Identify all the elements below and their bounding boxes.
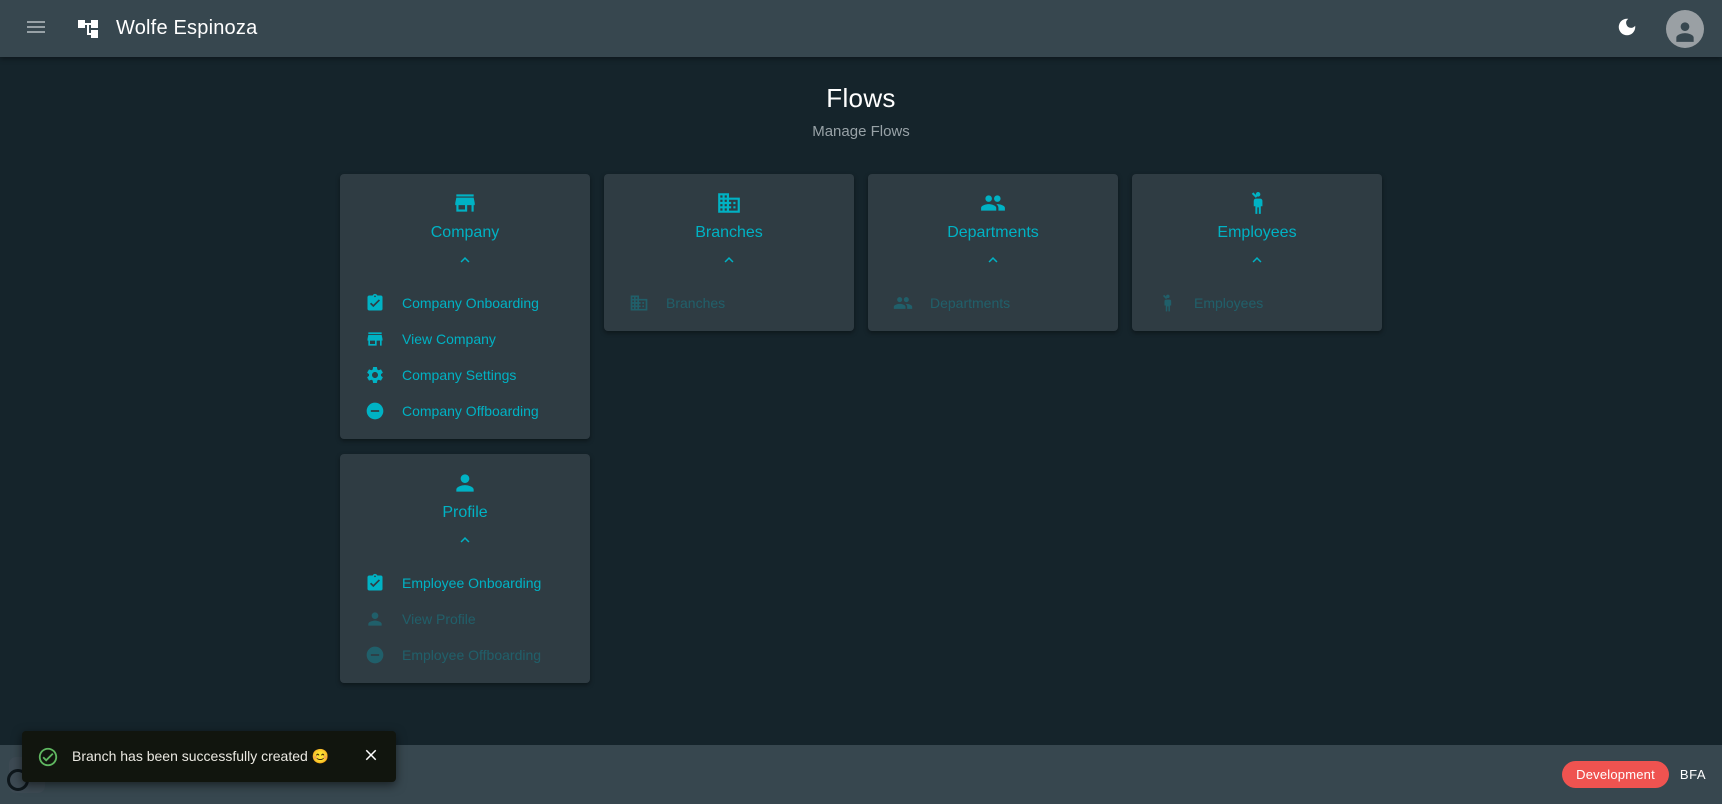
flow-card-branches: Branches Branches <box>604 174 854 331</box>
building-icon <box>716 190 742 216</box>
flow-item-view-profile: View Profile <box>340 601 590 637</box>
app-title: Wolfe Espinoza <box>116 17 257 40</box>
flow-item-label: Employees <box>1194 295 1263 311</box>
chevron-up-icon <box>984 251 1002 269</box>
flow-item-label: Employee Onboarding <box>402 575 541 591</box>
building-icon <box>629 293 649 313</box>
close-icon[interactable] <box>358 742 384 771</box>
minus-circle-icon <box>365 645 385 665</box>
flow-item-label: Company Settings <box>402 367 516 383</box>
flow-item-label: View Profile <box>402 611 476 627</box>
flow-item-branches: Branches <box>604 285 854 321</box>
flow-item-view-company[interactable]: View Company <box>340 321 590 357</box>
avatar[interactable] <box>1666 10 1704 48</box>
page-title: Flows <box>0 83 1722 114</box>
top-app-bar: Wolfe Espinoza <box>0 0 1722 57</box>
store-icon <box>365 329 385 349</box>
flow-item-label: View Company <box>402 331 496 347</box>
flow-item-employee-onboarding[interactable]: Employee Onboarding <box>340 565 590 601</box>
person-icon <box>452 470 478 496</box>
main-content: Flows Manage Flows Company Company Onboar… <box>0 57 1722 745</box>
card-title-branches: Branches <box>695 224 763 242</box>
flow-item-label: Company Onboarding <box>402 295 539 311</box>
waving-person-icon <box>1157 293 1177 313</box>
card-head-profile: Profile <box>340 470 590 557</box>
flow-cards-grid: CompanyCompany OnboardingView CompanyCom… <box>340 174 1382 683</box>
collapse-button-profile[interactable] <box>451 526 479 557</box>
chevron-up-icon <box>1248 251 1266 269</box>
flow-item-label: Company Offboarding <box>402 403 539 419</box>
person-icon <box>365 609 385 629</box>
people-icon <box>893 293 913 313</box>
check-circle-icon <box>37 746 59 768</box>
flow-item-company-settings[interactable]: Company Settings <box>340 357 590 393</box>
chevron-up-icon <box>720 251 738 269</box>
page-subtitle: Manage Flows <box>0 123 1722 140</box>
minus-circle-icon <box>365 401 385 421</box>
gear-icon <box>365 365 385 385</box>
flow-item-departments: Departments <box>868 285 1118 321</box>
flow-item-employees: Employees <box>1132 285 1382 321</box>
people-icon <box>980 190 1006 216</box>
chevron-up-icon <box>456 531 474 549</box>
collapse-button-branches[interactable] <box>715 246 743 277</box>
flow-item-label: Branches <box>666 295 725 311</box>
flow-card-employees: Employees Employees <box>1132 174 1382 331</box>
menu-icon[interactable] <box>18 9 54 48</box>
flow-item-employee-offboarding: Employee Offboarding <box>340 637 590 673</box>
store-icon <box>452 190 478 216</box>
collapse-button-employees[interactable] <box>1243 246 1271 277</box>
flow-item-company-onboarding[interactable]: Company Onboarding <box>340 285 590 321</box>
card-items-company: Company Onboarding View Company Company Se… <box>340 285 590 429</box>
collapse-button-company[interactable] <box>451 246 479 277</box>
chevron-up-icon <box>456 251 474 269</box>
flow-card-departments: Departments Departments <box>868 174 1118 331</box>
flow-card-profile: ProfileEmployee OnboardingView ProfileEm… <box>340 454 590 683</box>
environment-badge: Development <box>1562 761 1669 788</box>
card-title-employees: Employees <box>1217 224 1296 242</box>
flow-item-company-offboarding[interactable]: Company Offboarding <box>340 393 590 429</box>
account-tree-icon <box>76 17 100 41</box>
toast-notification: Branch has been successfully created 😊 <box>22 731 396 782</box>
flow-item-label: Employee Offboarding <box>402 647 541 663</box>
clipboard-check-icon <box>365 573 385 593</box>
card-head-company: Company <box>340 190 590 277</box>
flow-item-label: Departments <box>930 295 1010 311</box>
moon-icon[interactable] <box>1610 10 1644 47</box>
flow-card-company: CompanyCompany OnboardingView CompanyCom… <box>340 174 590 439</box>
card-head-employees: Employees <box>1132 190 1382 277</box>
card-head-branches: Branches <box>604 190 854 277</box>
clipboard-check-icon <box>365 293 385 313</box>
waving-person-icon <box>1244 190 1270 216</box>
card-items-branches: Branches <box>604 285 854 321</box>
app-code: BFA <box>1680 767 1706 782</box>
card-items-employees: Employees <box>1132 285 1382 321</box>
toast-message: Branch has been successfully created 😊 <box>72 748 329 765</box>
card-items-departments: Departments <box>868 285 1118 321</box>
card-head-departments: Departments <box>868 190 1118 277</box>
card-title-company: Company <box>431 224 499 242</box>
card-items-profile: Employee Onboarding View Profile Employee … <box>340 565 590 673</box>
card-title-departments: Departments <box>947 224 1039 242</box>
collapse-button-departments[interactable] <box>979 246 1007 277</box>
card-title-profile: Profile <box>442 504 487 522</box>
